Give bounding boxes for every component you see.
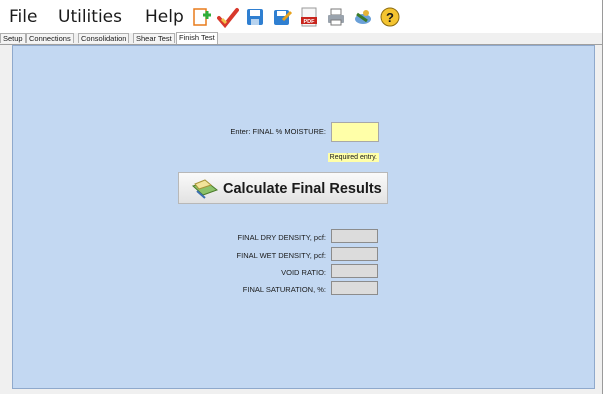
new-document-icon[interactable] <box>190 6 212 28</box>
calculate-final-results-button[interactable]: Calculate Final Results <box>178 172 388 204</box>
tab-finish-test[interactable]: Finish Test <box>176 32 218 44</box>
final-wet-density-field <box>331 247 378 261</box>
tools-icon[interactable] <box>352 6 374 28</box>
print-icon[interactable] <box>325 6 347 28</box>
void-ratio-field <box>331 264 378 278</box>
check-icon[interactable] <box>217 6 239 28</box>
tab-shear-test[interactable]: Shear Test <box>133 33 175 43</box>
final-moisture-input[interactable] <box>331 122 379 142</box>
dry-density-label: FINAL DRY DENSITY, pcf: <box>237 233 326 242</box>
calculate-label: Calculate Final Results <box>223 181 382 197</box>
moisture-label: Enter: FINAL % MOISTURE: <box>230 127 326 136</box>
required-entry-note: Required entry. <box>327 153 379 162</box>
help-glyph: ? <box>386 10 394 25</box>
pdf-icon[interactable]: PDF <box>298 6 320 28</box>
calculator-icon <box>191 179 219 199</box>
app-window: File Utilities Help PDF ? Setup Connecti… <box>0 0 603 394</box>
pdf-badge: PDF <box>304 19 316 25</box>
final-dry-density-field <box>331 229 378 243</box>
finish-test-panel: Enter: FINAL % MOISTURE: Required entry.… <box>12 45 595 389</box>
save-as-icon[interactable] <box>271 6 293 28</box>
menu-utilities[interactable]: Utilities <box>58 7 122 27</box>
saturation-label: FINAL SATURATION, %: <box>242 285 326 294</box>
tab-strip: Setup Connections Consolidation Shear Te… <box>0 32 602 45</box>
wet-density-label: FINAL WET DENSITY, pcf: <box>236 251 326 260</box>
save-icon[interactable] <box>244 6 266 28</box>
tab-setup[interactable]: Setup <box>0 33 26 43</box>
tab-connections[interactable]: Connections <box>26 33 74 43</box>
help-icon[interactable]: ? <box>379 6 401 28</box>
void-ratio-label: VOID RATIO: <box>281 268 326 277</box>
menu-help[interactable]: Help <box>145 7 184 27</box>
tab-consolidation[interactable]: Consolidation <box>78 33 130 43</box>
menu-file[interactable]: File <box>9 7 37 27</box>
menu-bar: File Utilities Help PDF ? <box>0 0 602 33</box>
final-saturation-field <box>331 281 378 295</box>
